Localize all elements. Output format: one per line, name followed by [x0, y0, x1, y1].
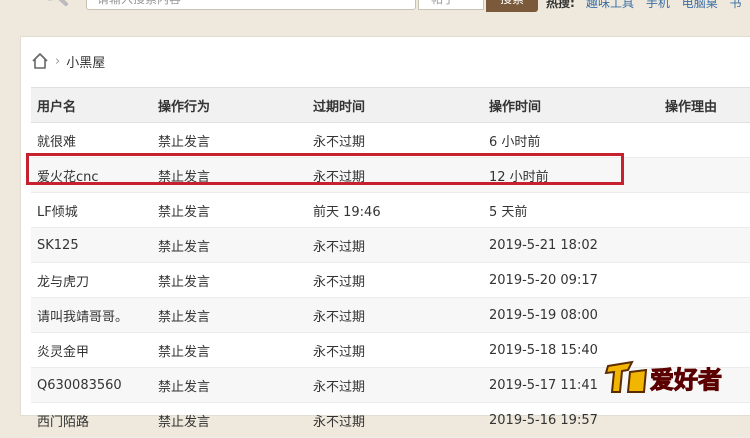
search-input[interactable]: 请输入搜索内容 — [86, 0, 416, 10]
breadcrumb: › 小黑屋 — [31, 49, 105, 73]
cell-action: 禁止发言 — [152, 367, 307, 403]
hot-link[interactable]: 手机 — [646, 0, 670, 10]
chevron-right-icon: › — [55, 53, 61, 69]
cell-reason — [659, 122, 750, 158]
cell-expire: 永不过期 — [307, 332, 483, 368]
header-expire: 过期时间 — [307, 87, 483, 123]
watermark-logo: 爱好者 — [604, 356, 738, 398]
cell-username[interactable]: 龙与虎刀 — [31, 262, 152, 298]
breadcrumb-current[interactable]: 小黑屋 — [66, 52, 105, 71]
hot-link[interactable]: 书 — [730, 0, 742, 10]
cell-username[interactable]: 就很难 — [31, 122, 152, 158]
cell-action: 禁止发言 — [152, 332, 307, 368]
header-reason: 操作理由 — [659, 87, 750, 123]
cell-reason — [659, 402, 750, 438]
cell-action: 禁止发言 — [152, 402, 307, 438]
cell-time: 5 天前 — [483, 192, 659, 228]
search-button[interactable]: 搜索 — [486, 0, 538, 12]
cell-username[interactable]: 西门陌路 — [31, 402, 152, 438]
table-row: 西门陌路 禁止发言 永不过期 2019-5-16 19:57 — [31, 402, 750, 438]
cell-action: 禁止发言 — [152, 157, 307, 193]
table-row: 爱火花cnc 禁止发言 永不过期 12 小时前 — [31, 157, 750, 193]
cell-time: 2019-5-20 09:17 — [483, 262, 659, 298]
cell-username[interactable]: LF倾城 — [31, 192, 152, 228]
cell-reason — [659, 192, 750, 228]
cell-username[interactable]: SK125 — [31, 227, 152, 263]
cell-action: 禁止发言 — [152, 122, 307, 158]
cell-expire: 永不过期 — [307, 262, 483, 298]
search-type-select[interactable]: 帖子 — [418, 0, 484, 10]
cell-expire: 永不过期 — [307, 157, 483, 193]
search-icon[interactable] — [36, 0, 76, 14]
cell-username[interactable]: 爱火花cnc — [31, 157, 152, 193]
hot-link[interactable]: 趣味工具 — [586, 0, 634, 10]
table-row: 请叫我靖哥哥。 禁止发言 永不过期 2019-5-19 08:00 — [31, 297, 750, 333]
cell-reason — [659, 297, 750, 333]
cell-username[interactable]: Q630083560 — [31, 367, 152, 403]
cell-expire: 永不过期 — [307, 122, 483, 158]
cell-action: 禁止发言 — [152, 262, 307, 298]
cell-time: 2019-5-21 18:02 — [483, 227, 659, 263]
home-icon[interactable] — [31, 52, 49, 70]
cell-username[interactable]: 炎灵金甲 — [31, 332, 152, 368]
cell-action: 禁止发言 — [152, 227, 307, 263]
cell-expire: 永不过期 — [307, 297, 483, 333]
cell-expire: 永不过期 — [307, 367, 483, 403]
svg-text:爱好者: 爱好者 — [650, 366, 722, 394]
table-header-row: 用户名 操作行为 过期时间 操作时间 操作理由 — [31, 87, 750, 123]
header-action: 操作行为 — [152, 87, 307, 123]
cell-time: 6 小时前 — [483, 122, 659, 158]
cell-expire: 永不过期 — [307, 227, 483, 263]
table-row: 就很难 禁止发言 永不过期 6 小时前 — [31, 122, 750, 158]
cell-expire: 前天 19:46 — [307, 192, 483, 228]
table-row: SK125 禁止发言 永不过期 2019-5-21 18:02 — [31, 227, 750, 263]
cell-action: 禁止发言 — [152, 297, 307, 333]
cell-reason — [659, 157, 750, 193]
table-row: 龙与虎刀 禁止发言 永不过期 2019-5-20 09:17 — [31, 262, 750, 298]
cell-time: 2019-5-16 19:57 — [483, 402, 659, 438]
cell-expire: 永不过期 — [307, 402, 483, 438]
hot-link[interactable]: 电脑桌 — [682, 0, 718, 10]
cell-time: 12 小时前 — [483, 157, 659, 193]
hot-search-links: 趣味工具 手机 电脑桌 书 — [586, 0, 750, 11]
table-row: LF倾城 禁止发言 前天 19:46 5 天前 — [31, 192, 750, 228]
cell-action: 禁止发言 — [152, 192, 307, 228]
cell-username[interactable]: 请叫我靖哥哥。 — [31, 297, 152, 333]
header-username: 用户名 — [31, 87, 152, 123]
hot-search-label: 热搜: — [546, 0, 575, 10]
header-time: 操作时间 — [483, 87, 659, 123]
cell-reason — [659, 227, 750, 263]
top-search-bar: 请输入搜索内容 帖子 搜索 热搜: 趣味工具 手机 电脑桌 书 — [0, 0, 750, 22]
cell-reason — [659, 262, 750, 298]
cell-time: 2019-5-19 08:00 — [483, 297, 659, 333]
